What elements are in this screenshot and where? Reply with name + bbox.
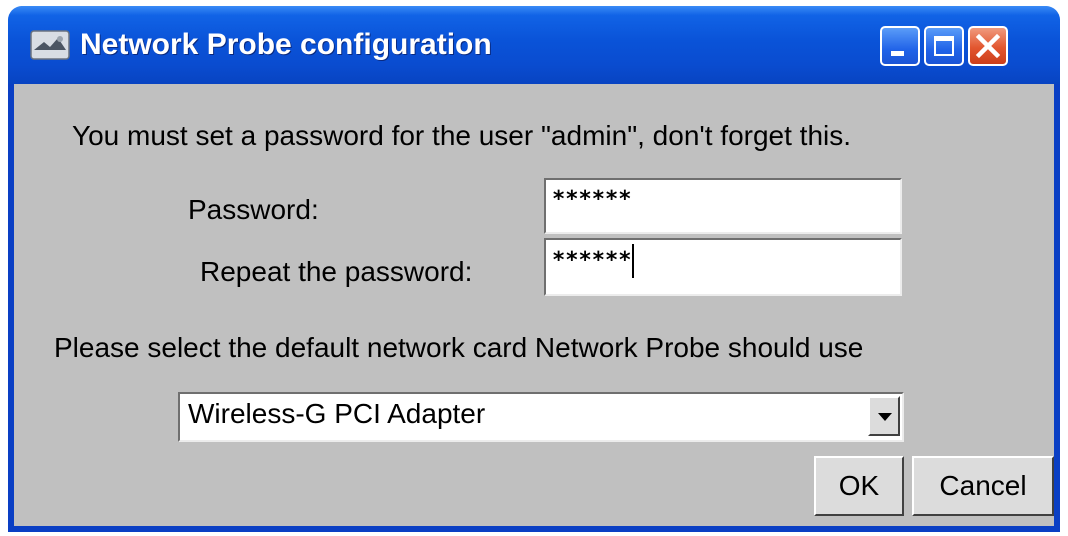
chevron-down-icon[interactable] xyxy=(868,396,900,436)
window-title: Network Probe configuration xyxy=(80,28,492,61)
maximize-icon xyxy=(934,36,954,56)
text-caret xyxy=(632,244,635,278)
dialog-window: Network Probe configuration You must set… xyxy=(8,6,1060,532)
password-field[interactable]: ****** xyxy=(544,178,902,234)
network-probe-app-icon xyxy=(30,30,70,60)
password-value: ****** xyxy=(552,187,632,212)
minimize-icon xyxy=(891,51,904,56)
repeat-password-label: Repeat the password: xyxy=(200,256,473,287)
network-card-prompt: Please select the default network card N… xyxy=(54,332,864,363)
repeat-password-value: ****** xyxy=(552,248,632,273)
dialog-body: You must set a password for the user "ad… xyxy=(14,84,1054,526)
title-bar[interactable]: Network Probe configuration xyxy=(8,6,1060,84)
ok-button[interactable]: OK xyxy=(814,456,904,516)
password-label: Password: xyxy=(188,194,319,225)
maximize-button[interactable] xyxy=(924,26,964,66)
cancel-button[interactable]: Cancel xyxy=(912,456,1054,516)
close-button[interactable] xyxy=(968,26,1008,66)
close-icon xyxy=(975,33,1001,59)
network-card-selected: Wireless-G PCI Adapter xyxy=(188,398,486,429)
minimize-button[interactable] xyxy=(880,26,920,66)
network-card-select[interactable]: Wireless-G PCI Adapter xyxy=(178,392,904,442)
repeat-password-field[interactable]: ****** xyxy=(544,238,902,296)
intro-text: You must set a password for the user "ad… xyxy=(72,120,852,151)
